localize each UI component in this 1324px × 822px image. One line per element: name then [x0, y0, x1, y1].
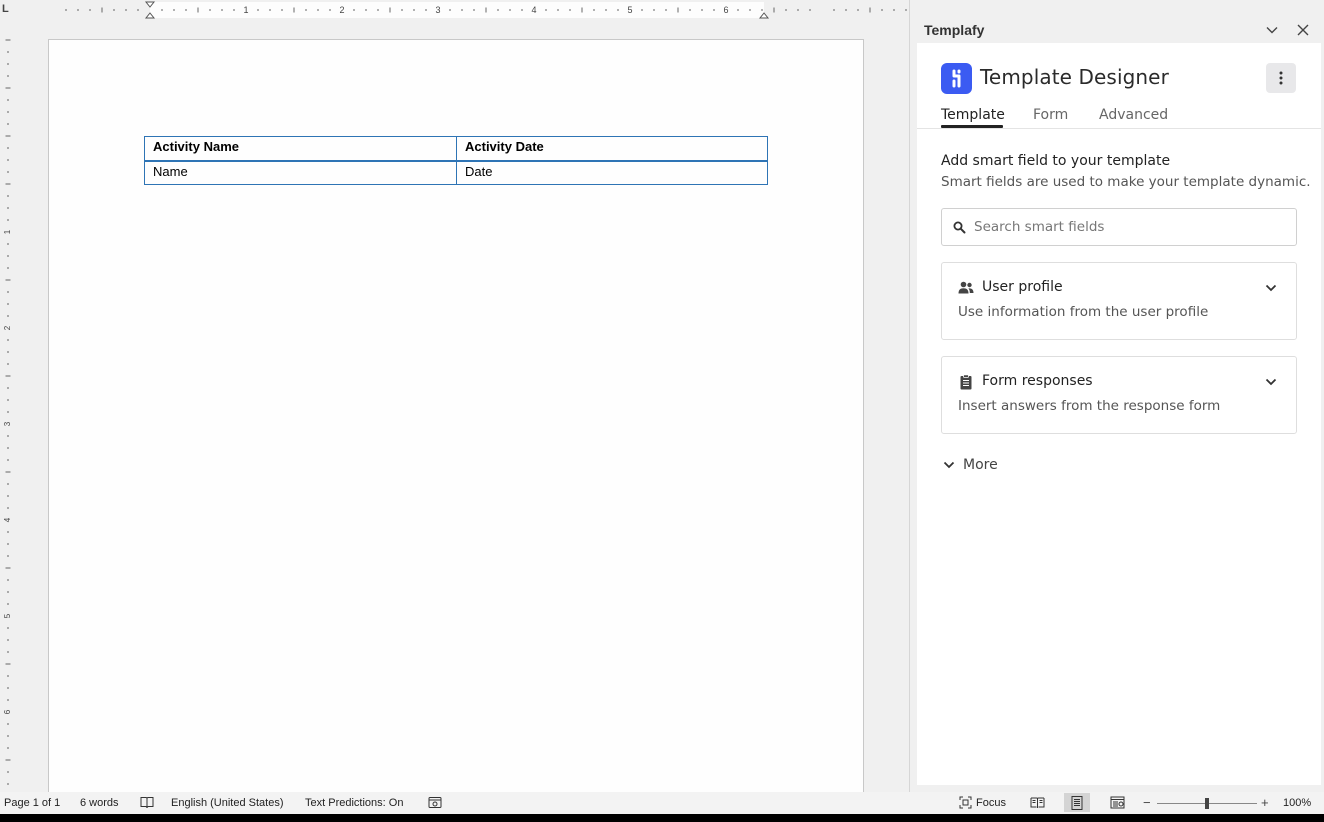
zoom-out-button[interactable]: −	[1143, 795, 1151, 810]
language[interactable]: English (United States)	[171, 797, 284, 809]
clipboard-icon	[960, 374, 972, 390]
chevron-down-icon[interactable]	[1264, 281, 1278, 295]
text-predictions[interactable]: Text Predictions: On	[305, 797, 403, 809]
card-description: Use information from the user profile	[958, 304, 1209, 320]
zoom-slider-thumb[interactable]	[1205, 798, 1209, 809]
more-options-kebab-icon[interactable]	[1266, 63, 1296, 93]
focus-icon[interactable]	[959, 796, 972, 812]
table-cell-date[interactable]: Date	[456, 160, 768, 185]
ruler-number: 2	[3, 325, 12, 330]
ruler-number: 1	[243, 5, 248, 15]
web-layout-icon[interactable]	[1110, 796, 1125, 812]
section-subtitle: Smart fields are used to make your templ…	[941, 174, 1311, 190]
ruler-number: 5	[627, 5, 632, 15]
tab-stop-selector[interactable]: L	[2, 3, 14, 17]
table-header-row: Activity Name Activity Date	[144, 136, 768, 162]
ruler-number: 1	[3, 229, 12, 234]
ruler-number: 4	[531, 5, 536, 15]
zoom-in-button[interactable]: +	[1261, 795, 1269, 810]
print-layout-icon[interactable]	[1064, 793, 1090, 812]
document-area: 1 2 3 4 5 6 1 2 3 4 5 6 L Activity Name Activity D…	[0, 0, 909, 792]
card-description: Insert answers from the response form	[958, 398, 1221, 414]
tab-template[interactable]: Template	[941, 107, 1005, 123]
ruler-number: 2	[339, 5, 344, 15]
focus-button[interactable]: Focus	[976, 797, 1006, 809]
ruler-number: 5	[3, 613, 12, 618]
ruler-number: 3	[3, 421, 12, 426]
zoom-level[interactable]: 100%	[1283, 797, 1311, 809]
ruler-number: 3	[435, 5, 440, 15]
table-header-cell-activity-date[interactable]: Activity Date	[456, 136, 768, 162]
section-heading: Add smart field to your template	[941, 153, 1171, 169]
brand-title: Template Designer	[980, 65, 1169, 89]
template-designer-panel: Template Designer Template Form Advanced…	[917, 43, 1321, 785]
pane-options-chevron-icon[interactable]	[1262, 20, 1282, 40]
search-input[interactable]	[974, 210, 1290, 244]
tab-advanced[interactable]: Advanced	[1099, 107, 1168, 123]
users-icon	[958, 281, 974, 294]
ruler-text-area	[150, 2, 764, 18]
active-tab-indicator	[941, 125, 1003, 128]
table-header-cell-activity-name[interactable]: Activity Name	[144, 136, 457, 162]
table-cell-name[interactable]: Name	[144, 160, 457, 185]
chevron-down-icon[interactable]	[1264, 375, 1278, 389]
card-title: User profile	[982, 279, 1063, 295]
vertical-ruler-ticks: 1 2 3 4 5 6	[3, 39, 12, 785]
ruler-number: 6	[3, 709, 12, 714]
more-button[interactable]: More	[943, 456, 998, 474]
window-bottom-edge	[0, 814, 1324, 822]
word-count[interactable]: 6 words	[80, 797, 119, 809]
document-table[interactable]: Activity Name Activity Date Name Date	[144, 136, 768, 185]
more-label: More	[963, 457, 998, 473]
ruler-number: 6	[723, 5, 728, 15]
search-box[interactable]	[941, 208, 1297, 246]
status-bar: Page 1 of 1 6 words English (United Stat…	[0, 792, 1324, 814]
smart-field-card-user-profile[interactable]: User profile Use information from the us…	[941, 262, 1297, 340]
search-icon	[953, 221, 966, 234]
pane-close-icon[interactable]	[1293, 20, 1313, 40]
proofing-book-icon[interactable]	[140, 796, 154, 812]
table-row: Name Date	[144, 160, 768, 185]
ruler-number: 4	[3, 517, 12, 522]
horizontal-ruler[interactable]: 1 2 3 4 5 6	[20, 0, 909, 20]
vertical-ruler[interactable]: 1 2 3 4 5 6	[0, 20, 16, 792]
tab-form[interactable]: Form	[1033, 107, 1068, 123]
horizontal-ruler-ticks: 1 2 3 4 5 6	[65, 1, 907, 19]
smart-field-card-form-responses[interactable]: Form responses Insert answers from the r…	[941, 356, 1297, 434]
chevron-down-icon	[943, 461, 955, 469]
card-title: Form responses	[982, 373, 1093, 389]
document-page[interactable]: Activity Name Activity Date Name Date	[48, 39, 864, 792]
pane-title: Templafy	[924, 22, 985, 38]
accessibility-icon[interactable]	[428, 796, 442, 812]
pane-tabs: Template Form Advanced	[917, 105, 1321, 129]
read-mode-icon[interactable]	[1030, 796, 1045, 812]
templafy-logo-icon	[941, 63, 972, 94]
templafy-pane: Templafy Template Designer Template Form…	[910, 0, 1324, 792]
page-count[interactable]: Page 1 of 1	[4, 797, 60, 809]
